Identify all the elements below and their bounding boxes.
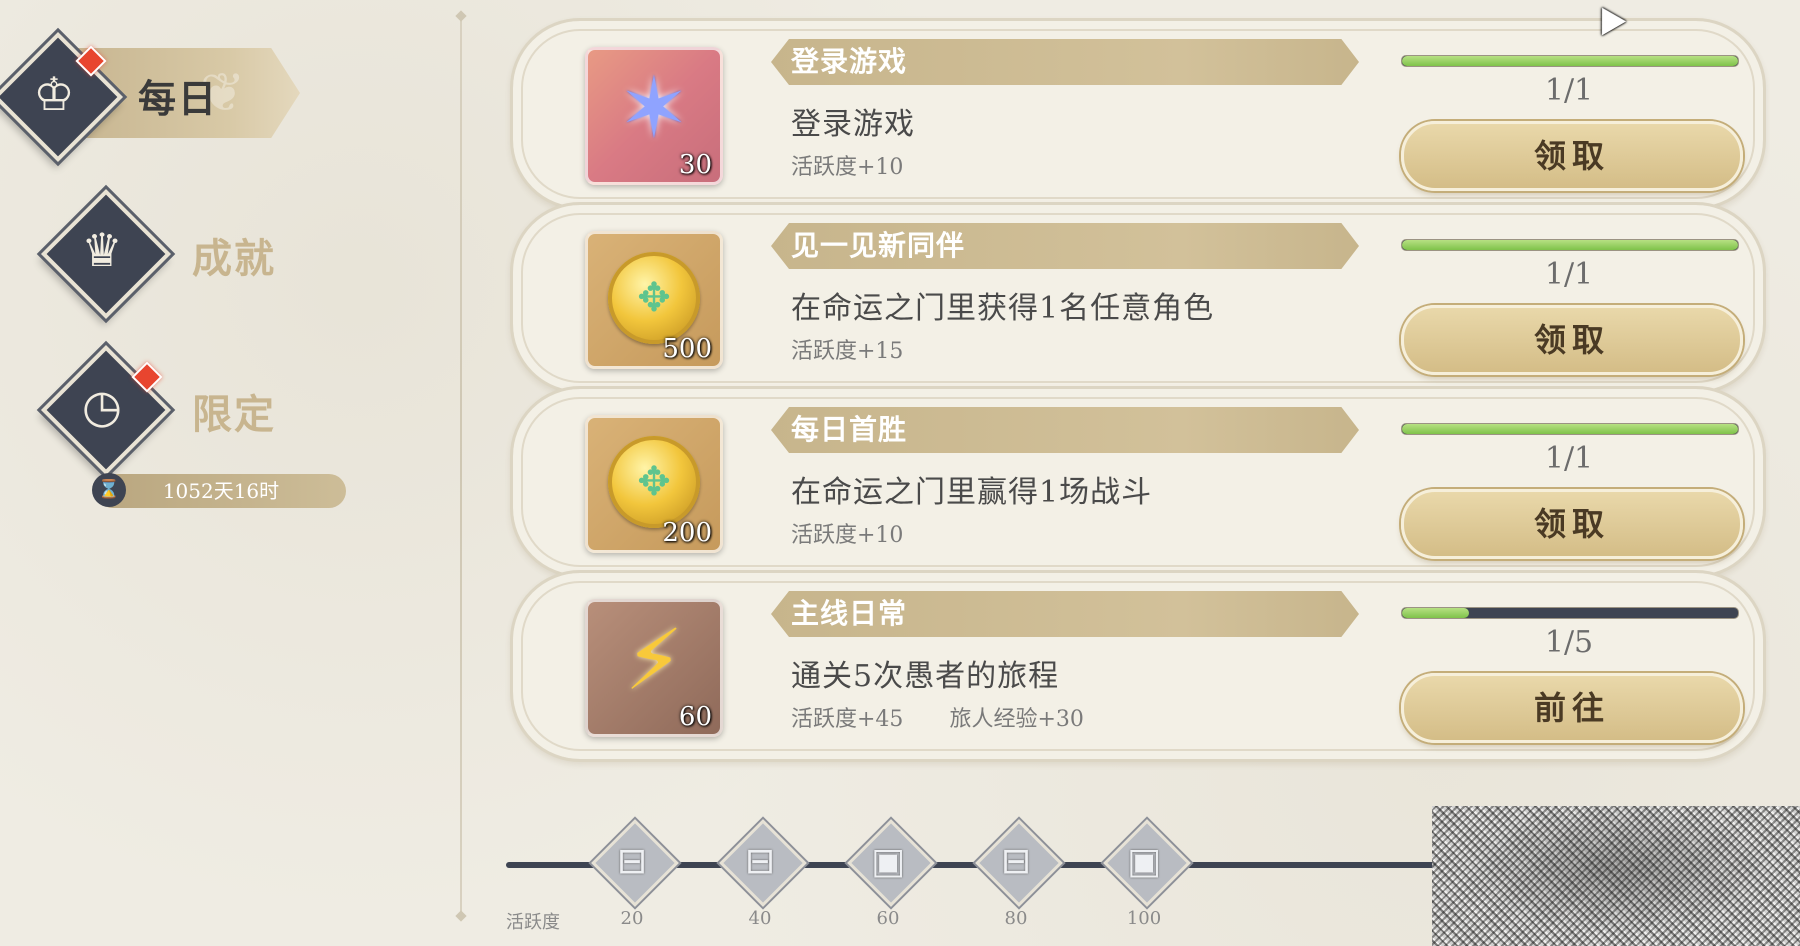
milestone-value: 80 xyxy=(1004,908,1028,929)
gold-coin-icon: ✥ xyxy=(608,252,700,344)
big-chest-icon: ▣ xyxy=(1126,841,1161,882)
task-activity: 活跃度+45 旅人经验+30 xyxy=(791,701,1084,733)
nav-daily-label: 每日 xyxy=(138,76,219,121)
go-button[interactable]: 前往 xyxy=(1401,673,1743,743)
trophy-icon: ♛ xyxy=(81,223,123,277)
task-activity-points: 活跃度+15 xyxy=(791,339,904,364)
task-progress-text: 1/5 xyxy=(1544,625,1594,660)
milestone-chest[interactable]: ⊟ 20 xyxy=(590,819,679,929)
nav-achievement-label: 成就 xyxy=(192,235,276,282)
nav-daily[interactable]: ❦ ♔ 每日 xyxy=(0,31,320,163)
task-activity-points: 活跃度+45 xyxy=(791,707,904,732)
star-crystal-icon: ✶ xyxy=(618,59,690,157)
lightning-icon: ⚡ xyxy=(624,611,684,709)
task-progress-text: 1/1 xyxy=(1544,257,1594,292)
activity-label: 活跃度 xyxy=(506,912,560,933)
big-chest-icon: ▣ xyxy=(870,841,905,882)
reward-count: 500 xyxy=(662,334,712,364)
reward-count: 60 xyxy=(678,702,712,732)
task-progress-fill xyxy=(1402,56,1738,66)
task-card: ⚡ 60 主线日常 通关5次愚者的旅程 活跃度+45 旅人经验+30 1/5 前往 xyxy=(510,570,1766,762)
task-list[interactable]: ✶ 30 登录游戏 登录游戏 活跃度+10 1/1 领取 ✥ 500 见一见新同… xyxy=(500,0,1770,810)
chest-icon: ⊟ xyxy=(1000,841,1032,882)
task-activity-points: 活跃度+10 xyxy=(791,155,904,180)
reward-item[interactable]: ⚡ 60 xyxy=(585,599,723,737)
task-extra-reward: 旅人经验+30 xyxy=(949,707,1084,732)
nav-achievement[interactable]: ♛ 成就 xyxy=(40,188,310,320)
obscured-region xyxy=(1432,806,1800,946)
task-card: ✥ 200 每日首胜 在命运之门里赢得1场战斗 活跃度+10 1/1 领取 xyxy=(510,386,1766,578)
claim-button[interactable]: 领取 xyxy=(1401,305,1743,375)
milestone-chest[interactable]: ⊟ 40 xyxy=(718,819,807,929)
task-progress-bar xyxy=(1401,607,1739,619)
chest-icon: ⊟ xyxy=(744,841,776,882)
milestone-value: 40 xyxy=(748,908,772,929)
task-title: 登录游戏 xyxy=(791,45,908,78)
task-progress-text: 1/1 xyxy=(1544,441,1594,476)
nav-limited[interactable]: ◷ 限定 xyxy=(40,344,310,476)
task-description: 在命运之门里获得1名任意角色 xyxy=(791,291,1215,326)
sidebar: ❦ ♔ 每日 ♛ 成就 ◷ 限定 1052天16时 ⌛ xyxy=(0,0,470,946)
task-progress-fill xyxy=(1402,608,1470,618)
task-progress-fill xyxy=(1402,424,1738,434)
reward-item[interactable]: ✶ 30 xyxy=(585,47,723,185)
task-title: 主线日常 xyxy=(791,597,908,630)
reward-count: 200 xyxy=(662,518,712,548)
nav-limited-label: 限定 xyxy=(192,391,276,438)
milestone-value: 20 xyxy=(620,908,644,929)
milestone-value: 60 xyxy=(876,908,900,929)
reward-item[interactable]: ✥ 500 xyxy=(585,231,723,369)
claim-button[interactable]: 领取 xyxy=(1401,121,1743,191)
milestone-value: 100 xyxy=(1126,908,1162,929)
milestone-chest[interactable]: ▣ 100 xyxy=(1102,819,1191,929)
milestone-chest[interactable]: ▣ 60 xyxy=(846,819,935,929)
task-description: 通关5次愚者的旅程 xyxy=(791,659,1060,694)
task-title: 每日首胜 xyxy=(791,413,908,446)
task-activity-points: 活跃度+10 xyxy=(791,523,904,548)
task-progress-text: 1/1 xyxy=(1544,73,1594,108)
hourglass-icon: ⌛ xyxy=(92,473,126,507)
chest-icon: ⊟ xyxy=(616,841,648,882)
task-progress-fill xyxy=(1402,240,1738,250)
gold-coin-icon: ✥ xyxy=(608,436,700,528)
milestone-chest[interactable]: ⊟ 80 xyxy=(974,819,1063,929)
task-progress-bar xyxy=(1401,239,1739,251)
sidebar-divider xyxy=(460,16,462,916)
task-description: 在命运之门里赢得1场战斗 xyxy=(791,475,1153,510)
task-activity: 活跃度+15 xyxy=(791,333,949,365)
task-description: 登录游戏 xyxy=(791,107,915,142)
task-progress-bar xyxy=(1401,423,1739,435)
limited-timer-text: 1052天16时 xyxy=(162,479,280,503)
task-title: 见一见新同伴 xyxy=(791,229,966,262)
claim-button[interactable]: 领取 xyxy=(1401,489,1743,559)
task-activity: 活跃度+10 xyxy=(791,149,949,181)
task-progress-bar xyxy=(1401,55,1739,67)
reward-item[interactable]: ✥ 200 xyxy=(585,415,723,553)
task-card: ✥ 500 见一见新同伴 在命运之门里获得1名任意角色 活跃度+15 1/1 领… xyxy=(510,202,1766,394)
limited-timer: 1052天16时 ⌛ xyxy=(92,473,346,508)
task-activity: 活跃度+10 xyxy=(791,517,949,549)
reward-count: 30 xyxy=(678,150,712,180)
task-card: ✶ 30 登录游戏 登录游戏 活跃度+10 1/1 领取 xyxy=(510,18,1766,210)
